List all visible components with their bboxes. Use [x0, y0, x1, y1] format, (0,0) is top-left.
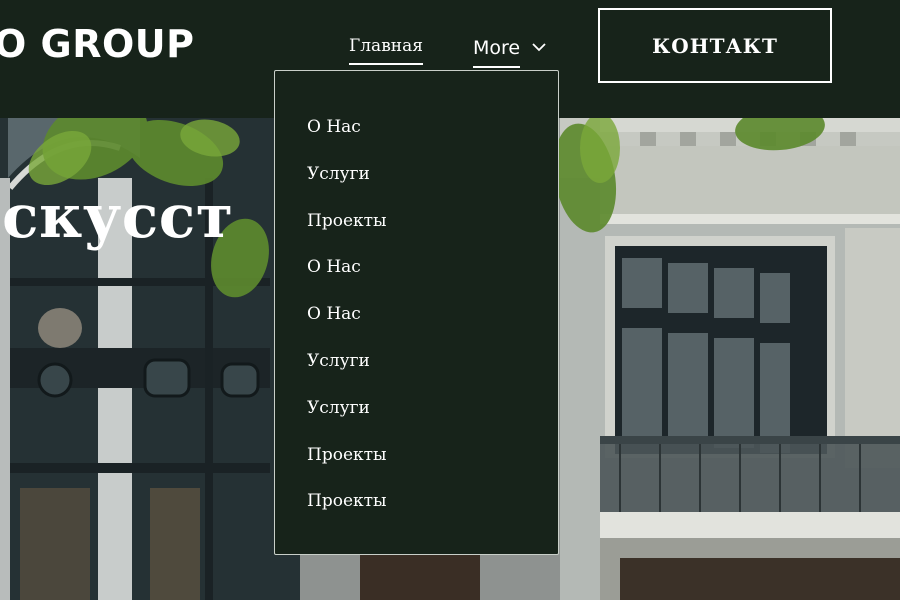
- dropdown-item[interactable]: Проекты: [307, 443, 558, 490]
- chevron-down-icon: [532, 35, 546, 57]
- nav-more-label: More: [473, 37, 521, 68]
- nav-home-link[interactable]: Главная: [349, 36, 423, 65]
- dropdown-item[interactable]: Услуги: [307, 396, 558, 443]
- more-dropdown-menu: О Нас Услуги Проекты О Нас О Нас Услуги …: [274, 70, 559, 555]
- nav-more-dropdown[interactable]: More: [473, 35, 546, 68]
- dropdown-item[interactable]: О Нас: [307, 255, 558, 302]
- dropdown-item[interactable]: Проекты: [307, 209, 558, 256]
- hero-title: скусст: [2, 182, 234, 252]
- site-logo[interactable]: O GROUP: [0, 22, 195, 66]
- dropdown-item[interactable]: Услуги: [307, 349, 558, 396]
- dropdown-item[interactable]: Услуги: [307, 162, 558, 209]
- contact-button[interactable]: КОНТАКТ: [598, 8, 832, 83]
- dropdown-item[interactable]: Проекты: [307, 489, 558, 536]
- dropdown-item[interactable]: О Нас: [307, 302, 558, 349]
- dropdown-item[interactable]: О Нас: [307, 115, 558, 162]
